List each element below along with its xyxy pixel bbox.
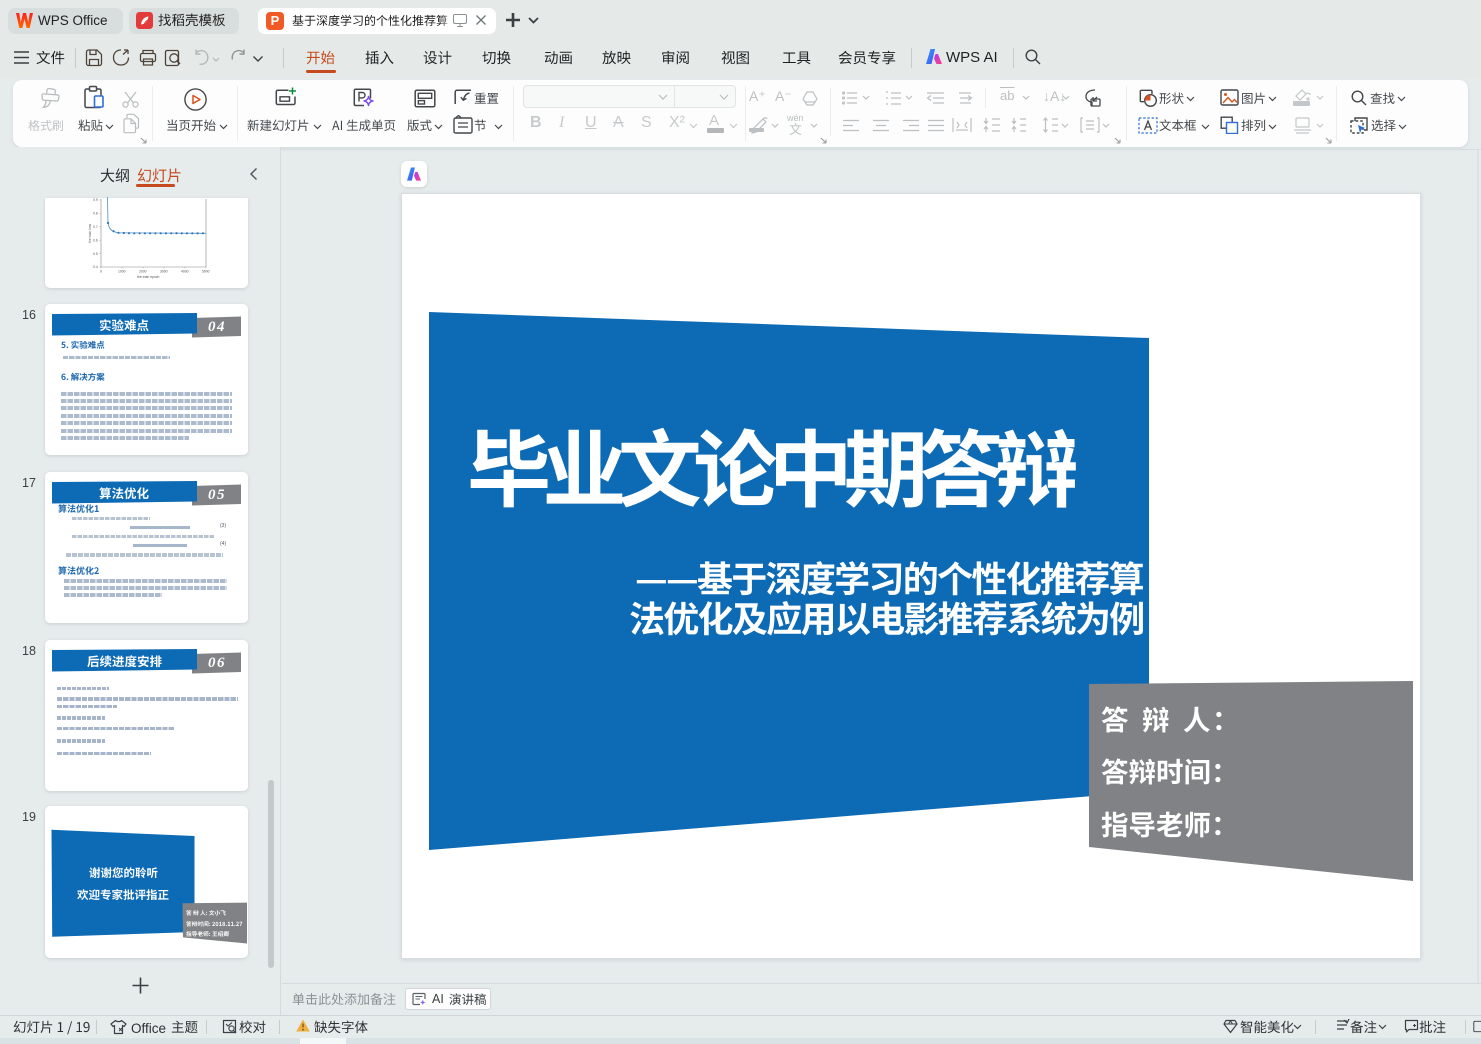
svg-text:2000: 2000 [139,270,147,274]
svg-text:the train loss: the train loss [88,223,92,243]
svg-text:4000: 4000 [181,270,189,274]
svg-text:0.9: 0.9 [93,198,98,202]
svg-text:the train epoch: the train epoch [137,275,160,279]
svg-text:0.8: 0.8 [93,212,98,216]
svg-text:0.5: 0.5 [93,252,98,256]
svg-text:3000: 3000 [160,270,168,274]
svg-text:0: 0 [100,270,102,274]
svg-text:0.6: 0.6 [93,238,98,242]
svg-text:0.7: 0.7 [93,225,98,229]
svg-text:5000: 5000 [202,270,210,274]
svg-text:1000: 1000 [118,270,126,274]
svg-text:0.4: 0.4 [93,265,98,269]
